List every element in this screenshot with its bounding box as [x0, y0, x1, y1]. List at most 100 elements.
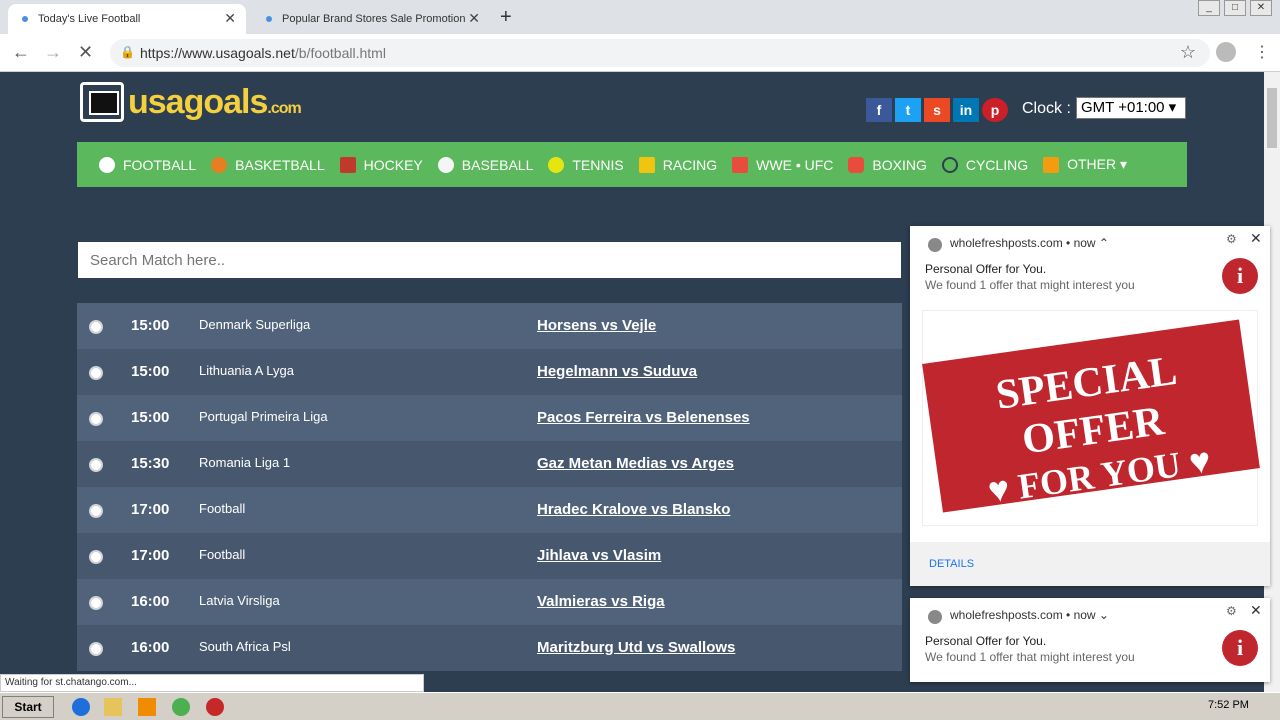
- notification-footer: DETAILS: [910, 542, 1270, 586]
- linkedin-icon[interactable]: in: [953, 98, 979, 122]
- close-tab-icon[interactable]: ✕: [468, 10, 480, 27]
- twitter-icon[interactable]: t: [895, 98, 921, 122]
- soccer-ball-icon: [89, 504, 103, 518]
- minimize-button[interactable]: _: [1198, 0, 1220, 16]
- nav-boxing[interactable]: BOXING: [848, 156, 927, 173]
- facebook-icon[interactable]: f: [866, 98, 892, 122]
- match-link[interactable]: Horsens vs Vejle: [537, 317, 656, 334]
- close-icon[interactable]: ✕: [1250, 230, 1262, 247]
- match-league: Lithuania A Lyga: [199, 363, 294, 378]
- new-tab-button[interactable]: +: [500, 6, 512, 29]
- close-tab-icon[interactable]: ✕: [224, 10, 236, 27]
- baseball-icon: [437, 156, 454, 173]
- notification-title: Personal Offer for You.: [925, 634, 1047, 648]
- soccer-ball-icon: [89, 642, 103, 656]
- match-row: 15:00 Portugal Primeira Liga Pacos Ferre…: [77, 395, 902, 441]
- back-icon[interactable]: ←: [12, 42, 30, 63]
- match-time: 17:00: [131, 501, 170, 518]
- nav-basketball[interactable]: BASKETBALL: [211, 156, 325, 173]
- special-offer-image[interactable]: SPECIAL OFFER ♥ FOR YOU ♥: [922, 310, 1260, 526]
- lock-icon: 🔒: [120, 45, 135, 59]
- match-row: 17:00 Football Hradec Kralove vs Blansko: [77, 487, 902, 533]
- match-link[interactable]: Hradec Kralove vs Blansko: [537, 501, 730, 518]
- hockey-icon: [339, 156, 356, 173]
- folder-icon[interactable]: [104, 698, 122, 716]
- notification-source: wholefreshposts.com • now ⌃: [950, 236, 1109, 250]
- tennis-ball-icon: [548, 156, 565, 173]
- soccer-ball-icon: [89, 596, 103, 610]
- nav-football[interactable]: FOOTBALL: [99, 156, 196, 173]
- address-bar[interactable]: 🔒 https://www.usagoals.net/b/football.ht…: [110, 39, 1210, 67]
- site-logo[interactable]: usagoals.com: [80, 82, 302, 122]
- match-link[interactable]: Hegelmann vs Suduva: [537, 363, 697, 380]
- bicycle-icon: [941, 156, 958, 173]
- push-notification[interactable]: wholefreshposts.com • now ⌃ ⚙ ✕ Personal…: [910, 226, 1270, 586]
- match-row: 15:30 Romania Liga 1 Gaz Metan Medias vs…: [77, 441, 902, 487]
- nav-hockey[interactable]: HOCKEY: [339, 156, 423, 173]
- start-button[interactable]: Start: [2, 696, 54, 718]
- scroll-thumb[interactable]: [1267, 88, 1277, 148]
- soccer-ball-icon: [89, 366, 103, 380]
- media-player-icon[interactable]: [138, 698, 156, 716]
- tab-brand-stores[interactable]: Popular Brand Stores Sale Promotion ✕: [252, 4, 490, 34]
- info-icon: i: [1222, 258, 1258, 294]
- match-link[interactable]: Jihlava vs Vlasim: [537, 547, 661, 564]
- match-league: Latvia Virsliga: [199, 593, 280, 608]
- match-link[interactable]: Maritzburg Utd vs Swallows: [537, 639, 735, 656]
- match-link[interactable]: Valmieras vs Riga: [537, 593, 665, 610]
- gear-icon[interactable]: ⚙: [1226, 604, 1237, 618]
- tab-favicon: [266, 16, 272, 22]
- notification-title: Personal Offer for You.: [925, 262, 1047, 276]
- soccer-ball-icon: [89, 320, 103, 334]
- opera-icon[interactable]: [206, 698, 224, 716]
- close-window-button[interactable]: ✕: [1250, 0, 1272, 16]
- forward-icon[interactable]: →: [44, 42, 62, 63]
- tab-live-football[interactable]: Today's Live Football ✕: [8, 4, 246, 34]
- bookmark-star-icon[interactable]: ☆: [1180, 42, 1196, 63]
- boxing-glove-icon: [848, 156, 865, 173]
- match-league: Football: [199, 547, 246, 562]
- match-link[interactable]: Pacos Ferreira vs Belenenses: [537, 409, 750, 426]
- match-league: Portugal Primeira Liga: [199, 409, 328, 424]
- close-icon[interactable]: ✕: [1250, 602, 1262, 619]
- tab-title: Today's Live Football: [38, 13, 141, 25]
- match-league: South Africa Psl: [199, 639, 291, 654]
- nav-tennis[interactable]: TENNIS: [548, 156, 624, 173]
- search-input[interactable]: [78, 242, 901, 278]
- chrome-taskbar-icon[interactable]: [172, 698, 190, 716]
- match-time: 17:00: [131, 547, 170, 564]
- notification-source: wholefreshposts.com • now ⌄: [950, 608, 1109, 622]
- match-list: 15:00 Denmark Superliga Horsens vs Vejle…: [77, 303, 902, 671]
- pinterest-icon[interactable]: p: [982, 98, 1008, 122]
- stop-loading-icon[interactable]: ✕: [78, 42, 93, 63]
- profile-avatar[interactable]: [1216, 42, 1236, 62]
- basketball-icon: [211, 156, 228, 173]
- match-time: 16:00: [131, 593, 170, 610]
- match-row: 15:00 Lithuania A Lyga Hegelmann vs Sudu…: [77, 349, 902, 395]
- nav-racing[interactable]: RACING: [638, 156, 717, 173]
- push-notification[interactable]: wholefreshposts.com • now ⌄ ⚙ ✕ Personal…: [910, 598, 1270, 682]
- chrome-icon: [928, 238, 942, 252]
- chrome-icon: [928, 610, 942, 624]
- info-icon: i: [1222, 630, 1258, 666]
- nav-other[interactable]: OTHER ▾: [1043, 156, 1127, 173]
- match-link[interactable]: Gaz Metan Medias vs Arges: [537, 455, 734, 472]
- soccer-ball-icon: [89, 412, 103, 426]
- match-time: 15:30: [131, 455, 170, 472]
- details-button[interactable]: DETAILS: [929, 558, 974, 570]
- clock: 7:52 PM: [1208, 699, 1249, 711]
- browser-toolbar: ← → ✕ 🔒 https://www.usagoals.net/b/footb…: [0, 34, 1280, 72]
- offer-stamp: SPECIAL OFFER ♥ FOR YOU ♥: [922, 319, 1260, 513]
- timezone-select[interactable]: GMT +01:00 ▾: [1076, 97, 1186, 119]
- nav-wwe-ufc[interactable]: WWE • UFC: [732, 156, 833, 173]
- match-time: 15:00: [131, 317, 170, 334]
- gear-icon[interactable]: ⚙: [1226, 232, 1237, 246]
- nav-baseball[interactable]: BASEBALL: [437, 156, 533, 173]
- nav-cycling[interactable]: CYCLING: [941, 156, 1028, 173]
- notification-body: We found 1 offer that might interest you: [925, 650, 1135, 664]
- menu-icon[interactable]: ⋮: [1254, 42, 1270, 62]
- ie-icon[interactable]: [72, 698, 90, 716]
- stumbleupon-icon[interactable]: s: [924, 98, 950, 122]
- maximize-button[interactable]: □: [1224, 0, 1246, 16]
- tab-favicon: [22, 16, 28, 22]
